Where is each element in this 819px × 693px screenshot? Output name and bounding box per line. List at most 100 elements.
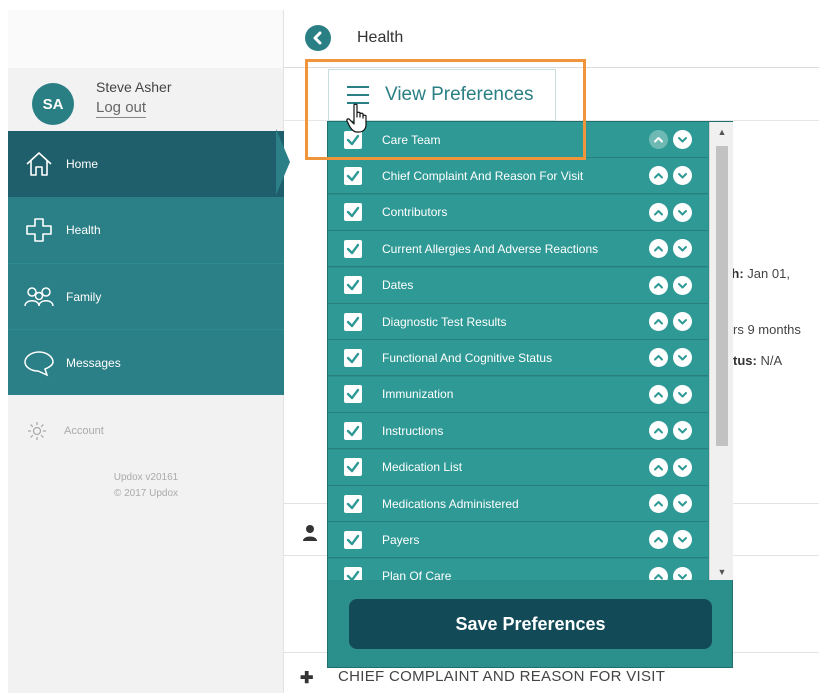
checkbox[interactable]	[344, 530, 362, 549]
sidebar-item-family[interactable]: Family	[8, 263, 284, 329]
preference-item[interactable]: Care Team	[328, 122, 708, 158]
user-name: Steve Asher	[96, 79, 172, 95]
preference-label: Instructions	[382, 423, 444, 438]
reorder-controls	[649, 312, 692, 331]
preference-item[interactable]: Current Allergies And Adverse Reactions	[328, 231, 708, 268]
move-up-icon[interactable]	[649, 566, 668, 580]
check-icon	[346, 498, 360, 509]
preferences-list: Care Team Chief Complaint And Reason For …	[328, 122, 708, 580]
user-box: SA Steve Asher Log out	[8, 68, 284, 131]
app-window: Health SA Steve Asher Log out Home Healt…	[0, 0, 819, 693]
birth-value: Jan 01,	[747, 266, 790, 281]
move-down-icon[interactable]	[673, 494, 692, 513]
chevron-left-icon	[313, 31, 322, 45]
page-title: Health	[357, 29, 404, 46]
preference-label: Functional And Cognitive Status	[382, 350, 553, 365]
move-up-icon[interactable]	[649, 494, 668, 513]
check-icon	[346, 316, 360, 327]
preference-item[interactable]: Medications Administered	[328, 486, 708, 522]
preference-item[interactable]: Dates	[328, 267, 708, 304]
expand-plus-icon[interactable]: ✚	[300, 668, 313, 688]
move-down-icon[interactable]	[673, 275, 692, 295]
checkbox[interactable]	[344, 203, 362, 222]
account-label: Account	[64, 425, 104, 437]
sidebar-item-home[interactable]: Home	[8, 131, 284, 197]
reorder-controls	[649, 166, 692, 186]
move-up-icon[interactable]	[649, 530, 668, 550]
section-heading: CHIEF COMPLAINT AND REASON FOR VISIT	[338, 668, 666, 685]
sidebar-item-label: Home	[66, 157, 99, 171]
sidebar-item-label: Messages	[66, 355, 121, 370]
scrollbar[interactable]: ▲ ▼	[709, 122, 733, 580]
checkbox[interactable]	[344, 312, 362, 331]
checkbox[interactable]	[344, 458, 362, 477]
move-down-icon[interactable]	[673, 202, 692, 222]
move-down-icon[interactable]	[673, 566, 692, 580]
move-down-icon[interactable]	[673, 530, 692, 550]
move-down-icon[interactable]	[673, 312, 692, 331]
preference-label: Medications Administered	[382, 496, 519, 511]
preference-label: Immunization	[382, 387, 454, 402]
preference-item[interactable]: Contributors	[328, 194, 708, 231]
checkbox[interactable]	[344, 166, 362, 185]
check-icon	[346, 352, 360, 364]
preference-item[interactable]: Plan Of Care	[328, 558, 708, 580]
account-link[interactable]: Account	[26, 420, 104, 442]
preference-item[interactable]: Medication List	[328, 449, 708, 486]
preference-item[interactable]: Payers	[328, 522, 708, 559]
move-up-icon[interactable]	[649, 130, 668, 149]
move-down-icon[interactable]	[673, 130, 692, 149]
preference-item[interactable]: Functional And Cognitive Status	[328, 340, 708, 377]
move-up-icon[interactable]	[649, 275, 668, 295]
reorder-controls	[649, 348, 692, 368]
preferences-dropdown: Care Team Chief Complaint And Reason For …	[327, 121, 733, 668]
checkbox[interactable]	[344, 421, 362, 440]
move-up-icon[interactable]	[649, 348, 668, 368]
scroll-up-arrow-icon[interactable]: ▲	[710, 124, 734, 140]
preference-item[interactable]: Chief Complaint And Reason For Visit	[328, 158, 708, 195]
move-up-icon[interactable]	[649, 384, 668, 404]
sidebar-item-messages[interactable]: Messages	[8, 329, 284, 395]
check-icon	[346, 571, 360, 580]
logout-link[interactable]: Log out	[96, 99, 147, 118]
move-up-icon[interactable]	[649, 457, 668, 477]
move-down-icon[interactable]	[673, 239, 692, 259]
move-up-icon[interactable]	[649, 166, 668, 186]
move-down-icon[interactable]	[673, 384, 692, 404]
move-up-icon[interactable]	[649, 421, 668, 441]
move-up-icon[interactable]	[649, 312, 668, 331]
menu-icon	[347, 86, 369, 104]
checkbox[interactable]	[344, 276, 362, 295]
sidebar-item-label: Health	[66, 223, 101, 237]
checkbox[interactable]	[344, 348, 362, 367]
view-preferences-label: View Preferences	[385, 84, 534, 105]
preference-label: Medication List	[382, 460, 463, 475]
preference-label: Contributors	[382, 205, 448, 220]
version-text: Updox v20161	[113, 472, 179, 483]
move-down-icon[interactable]	[673, 166, 692, 186]
sidebar-item-health[interactable]: Health	[8, 197, 284, 263]
status-value: N/A	[760, 353, 783, 368]
hand-cursor-icon	[346, 103, 372, 135]
version-info: Updox v20161 © 2017 Updox	[8, 470, 284, 502]
preference-item[interactable]: Immunization	[328, 376, 708, 413]
checkbox[interactable]	[344, 239, 362, 258]
move-up-icon[interactable]	[649, 202, 668, 222]
preference-item[interactable]: Diagnostic Test Results	[328, 304, 708, 340]
scroll-thumb[interactable]	[716, 146, 728, 446]
move-down-icon[interactable]	[673, 421, 692, 441]
preference-label: Payers	[382, 532, 420, 547]
checkbox[interactable]	[344, 385, 362, 404]
move-up-icon[interactable]	[649, 239, 668, 259]
checkbox[interactable]	[344, 494, 362, 513]
preference-item[interactable]: Instructions	[328, 413, 708, 450]
scroll-down-arrow-icon[interactable]: ▼	[710, 564, 734, 580]
checkbox[interactable]	[344, 567, 362, 580]
check-icon	[346, 207, 360, 218]
back-button[interactable]	[305, 25, 331, 51]
move-down-icon[interactable]	[673, 348, 692, 368]
save-preferences-button[interactable]: Save Preferences	[349, 599, 712, 649]
reorder-controls	[649, 275, 692, 295]
reorder-controls	[649, 530, 692, 550]
move-down-icon[interactable]	[673, 457, 692, 477]
